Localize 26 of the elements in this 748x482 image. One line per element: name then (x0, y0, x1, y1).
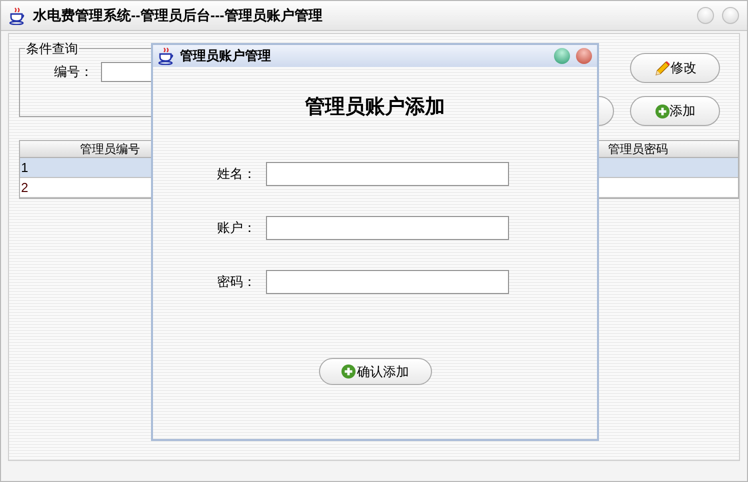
column-header[interactable]: 管理员密码 (596, 141, 738, 158)
pencil-icon (654, 60, 670, 76)
plus-icon (654, 104, 670, 118)
plus-icon (341, 364, 356, 379)
edit-button[interactable]: 修改 (630, 53, 720, 83)
group-legend: 条件查询 (25, 39, 79, 58)
coffee-cup-icon (158, 47, 174, 65)
input-field[interactable] (266, 270, 509, 294)
input-field[interactable] (266, 216, 509, 240)
minimize-button[interactable] (697, 7, 714, 24)
table-cell-text: 2 (20, 179, 30, 197)
table-cell-text: 1 (20, 159, 30, 177)
field-label: 密码： (217, 273, 257, 292)
confirm-add-button[interactable]: 确认添加 (318, 358, 432, 385)
close-button[interactable] (722, 7, 739, 24)
input-field[interactable] (266, 162, 509, 186)
field-label: 姓名： (217, 165, 257, 184)
add-button[interactable]: 添加 (630, 96, 720, 126)
close-button[interactable] (576, 48, 592, 64)
field-label: 账户： (217, 219, 257, 238)
dialog-heading: 管理员账户添加 (305, 94, 445, 120)
coffee-cup-icon (9, 6, 25, 24)
maximize-button[interactable] (554, 48, 570, 64)
field-label: 编号： (54, 62, 93, 81)
window-title: 水电费管理系统--管理员后台---管理员账户管理 (33, 6, 322, 25)
dialog-title: 管理员账户管理 (180, 47, 271, 66)
